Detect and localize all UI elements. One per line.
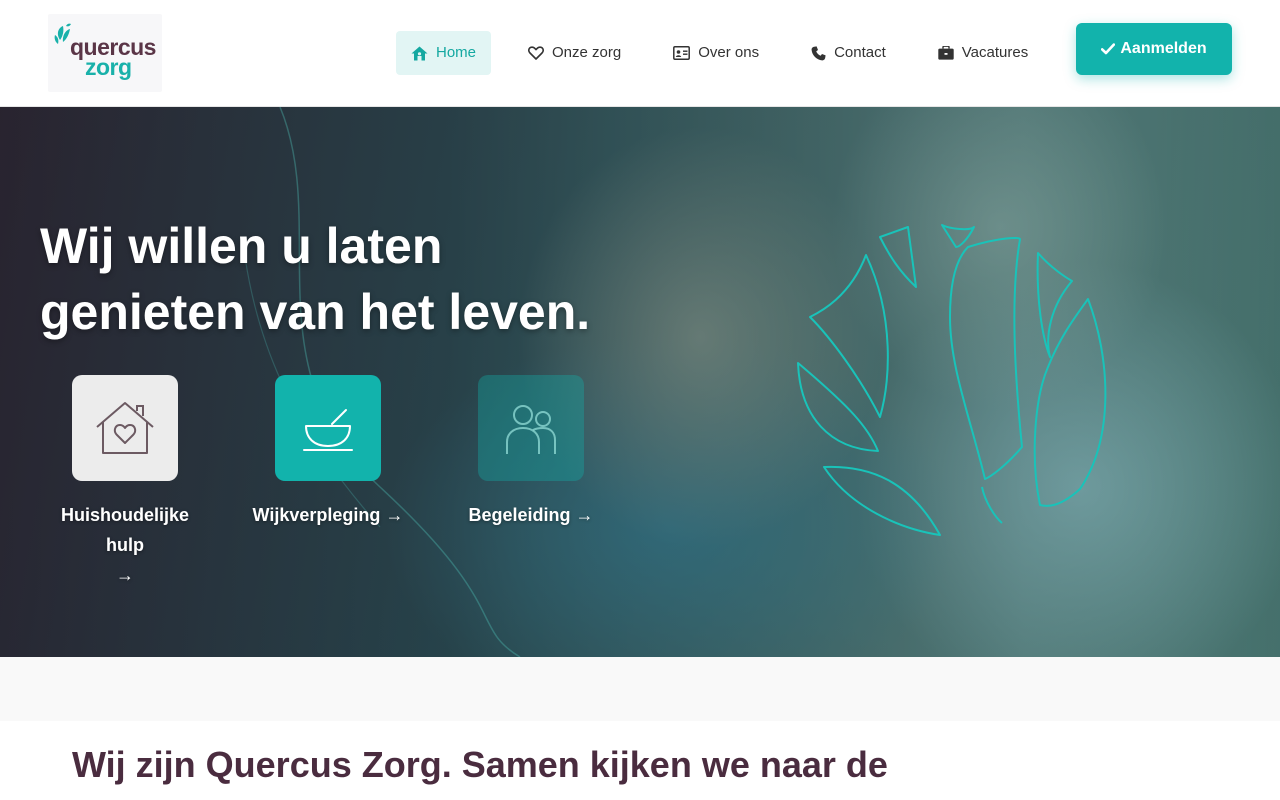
service-label: Wijkverpleging → <box>243 500 413 530</box>
nav-label-over-ons: Over ons <box>698 44 760 61</box>
intro-heading: Wij zijn Quercus Zorg. Samen kijken we n… <box>72 744 888 785</box>
heart-icon <box>528 46 544 60</box>
service-name: Begeleiding <box>468 505 571 525</box>
home-icon <box>411 46 428 60</box>
aanmelden-button[interactable]: Aanmelden <box>1076 23 1232 75</box>
check-icon <box>1101 43 1116 55</box>
nav-item-over-ons[interactable]: Over ons <box>658 31 774 75</box>
nav-label-contact: Contact <box>834 44 886 61</box>
house-heart-icon <box>96 402 154 454</box>
nav-item-vacatures[interactable]: Vacatures <box>923 31 1043 75</box>
logo-text-zorg: zorg <box>85 54 132 80</box>
leaf-outline-graphic <box>797 224 1107 536</box>
service-label: Begeleiding → <box>446 500 616 530</box>
service-huishoudelijke-hulp[interactable]: Huishoudelijke hulp → <box>40 375 210 590</box>
nav-item-contact[interactable]: Contact <box>796 31 901 75</box>
arrow-icon: → <box>385 505 404 525</box>
service-name: Wijkverpleging <box>252 505 381 525</box>
site-header: quercus zorg Home Onze zorg Over ons Con… <box>0 0 1280 107</box>
service-tile <box>275 375 381 481</box>
service-tile <box>72 375 178 481</box>
phone-icon <box>811 45 826 60</box>
nav-item-onze-zorg[interactable]: Onze zorg <box>513 31 636 75</box>
briefcase-icon <box>938 46 954 60</box>
arrow-icon: → <box>575 505 594 525</box>
service-wijkverpleging[interactable]: Wijkverpleging → <box>243 375 413 530</box>
service-tile <box>478 375 584 481</box>
arrow-icon: → <box>116 565 134 585</box>
nav-item-home[interactable]: Home <box>396 31 492 75</box>
service-label: Huishoudelijke hulp → <box>40 500 210 590</box>
people-icon <box>506 405 556 454</box>
main-nav: Home Onze zorg Over ons Contact Vacature… <box>396 31 1065 75</box>
hero-section: Wij willen u laten genieten van het leve… <box>0 107 1280 657</box>
nav-label-home: Home <box>436 44 477 61</box>
hero-title-line2: genieten van het leven. <box>40 284 591 340</box>
aanmelden-label: Aanmelden <box>1120 40 1207 57</box>
hero-title: Wij willen u laten genieten van het leve… <box>40 213 660 345</box>
nav-label-vacatures: Vacatures <box>961 44 1029 61</box>
bowl-icon <box>303 409 353 451</box>
hero-title-line1: Wij willen u laten <box>40 218 443 274</box>
logo[interactable]: quercus zorg <box>48 14 162 92</box>
id-card-icon <box>673 46 691 60</box>
nav-label-onze-zorg: Onze zorg <box>552 44 622 61</box>
service-name: Huishoudelijke hulp <box>60 505 190 555</box>
service-begeleiding[interactable]: Begeleiding → <box>446 375 616 530</box>
section-divider <box>0 657 1280 721</box>
